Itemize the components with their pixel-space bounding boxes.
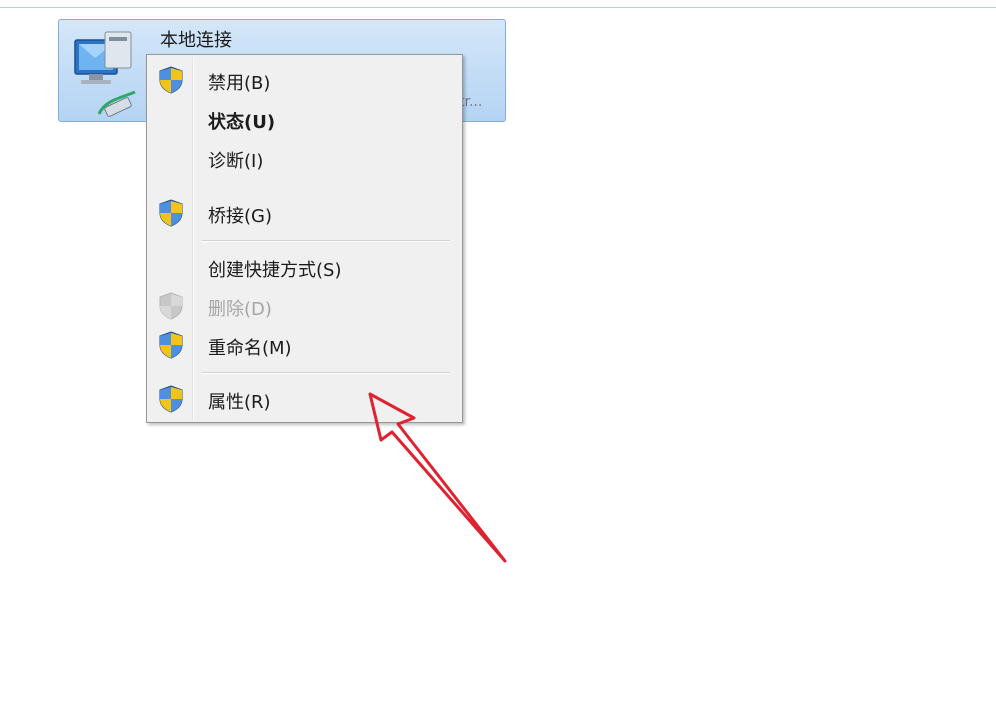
menu-separator <box>201 372 450 374</box>
menu-item-status[interactable]: 状态(U) <box>147 104 462 138</box>
menu-item-label: 重命名(M) <box>208 338 292 359</box>
menu-item-diagnose[interactable]: 诊断(I) <box>147 143 462 177</box>
menu-item-properties[interactable]: 属性(R) <box>147 384 462 418</box>
menu-item-disable[interactable]: 禁用(B) <box>147 65 462 99</box>
uac-shield-icon <box>159 199 183 227</box>
menu-item-label: 禁用(B) <box>208 73 271 94</box>
menu-item-bridge[interactable]: 桥接(G) <box>147 198 462 232</box>
menu-item-create-shortcut[interactable]: 创建快捷方式(S) <box>147 252 462 286</box>
menu-item-rename[interactable]: 重命名(M) <box>147 330 462 364</box>
network-adapter-icon <box>74 31 136 117</box>
menu-item-label: 创建快捷方式(S) <box>208 260 342 281</box>
menu-item-label: 桥接(G) <box>208 206 272 227</box>
menu-item-delete: 删除(D) <box>147 291 462 325</box>
uac-shield-icon <box>159 385 183 413</box>
uac-shield-icon <box>159 66 183 94</box>
connection-name: 本地连接 <box>160 30 232 51</box>
menu-separator <box>201 240 450 242</box>
uac-shield-disabled-icon <box>159 292 183 320</box>
uac-shield-icon <box>159 331 183 359</box>
window-top-border <box>0 0 996 8</box>
menu-item-label: 状态(U) <box>208 112 276 133</box>
menu-item-label: 删除(D) <box>208 299 272 320</box>
context-menu: 禁用(B) 状态(U) 诊断(I) 桥接(G) 创建快捷方式(S) 删除(D) <box>146 54 463 423</box>
menu-item-label: 属性(R) <box>208 392 271 413</box>
menu-item-label: 诊断(I) <box>208 151 264 172</box>
